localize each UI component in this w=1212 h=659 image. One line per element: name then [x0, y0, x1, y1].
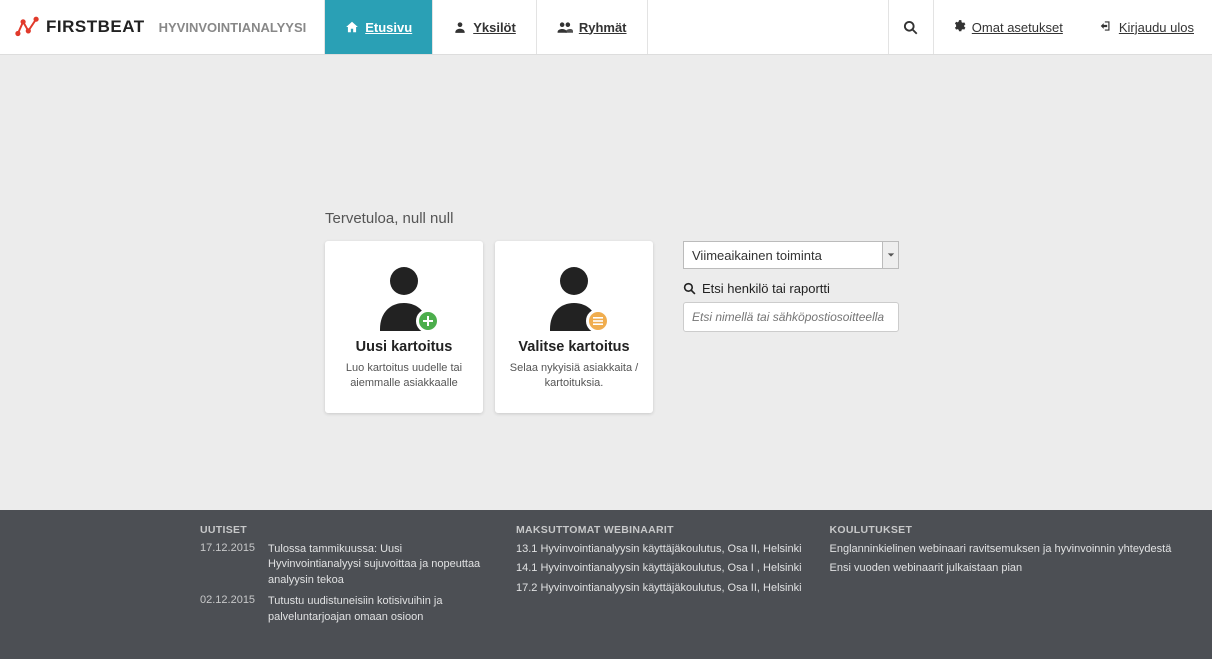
news-item: 02.12.2015 Tutustu uudistuneisiin kotisi… [200, 594, 488, 625]
recent-activity-select[interactable]: Viimeaikainen toiminta [683, 241, 899, 269]
footer-trainings: KOULUTUKSET Englanninkielinen webinaari … [830, 524, 1172, 631]
nav-logout-label[interactable]: Kirjaudu ulos [1119, 20, 1194, 35]
nav-home-label[interactable]: Etusivu [365, 20, 412, 35]
footer-trainings-heading: KOULUTUKSET [830, 524, 1172, 536]
welcome-text: Tervetuloa, null null [325, 210, 1212, 227]
footer-webinars-heading: MAKSUTTOMAT WEBINAARIT [516, 524, 802, 536]
person-list-icon [544, 261, 604, 331]
nav-home[interactable]: Etusivu [325, 0, 433, 54]
webinar-link[interactable]: 17.2 Hyvinvointianalyysin käyttäjäkoulut… [516, 582, 802, 594]
main-content: Tervetuloa, null null Uusi kartoitus Luo… [0, 55, 1212, 413]
top-navbar: FIRSTBEAT HYVINVOINTIANALYYSI Etusivu Yk… [0, 0, 1212, 55]
search-icon [903, 20, 918, 35]
nav-search-button[interactable] [888, 0, 934, 54]
news-item: 17.12.2015 Tulossa tammikuussa: Uusi Hyv… [200, 542, 488, 588]
card-new-subtitle: Luo kartoitus uudelle tai aiemmalle asia… [337, 361, 471, 392]
firstbeat-logo-icon [14, 14, 40, 40]
news-date: 17.12.2015 [200, 542, 268, 588]
footer-news: UUTISET 17.12.2015 Tulossa tammikuussa: … [200, 524, 488, 631]
webinar-link[interactable]: 13.1 Hyvinvointianalyysin käyttäjäkoulut… [516, 543, 802, 555]
person-add-icon [374, 261, 434, 331]
nav-groups[interactable]: Ryhmät [537, 0, 648, 54]
training-link[interactable]: Ensi vuoden webinaarit julkaistaan pian [830, 562, 1023, 574]
nav-individuals-label[interactable]: Yksilöt [473, 20, 516, 35]
user-icon [453, 20, 467, 34]
logout-icon [1099, 19, 1113, 36]
search-icon [683, 282, 696, 295]
card-new-title: Uusi kartoitus [356, 339, 453, 355]
chevron-down-icon [882, 242, 898, 268]
list-badge-icon [586, 309, 610, 333]
nav-individuals[interactable]: Yksilöt [433, 0, 537, 54]
search-label: Etsi henkilö tai raportti [683, 281, 899, 296]
recent-activity-value: Viimeaikainen toiminta [692, 248, 822, 263]
news-date: 02.12.2015 [200, 594, 268, 625]
search-input[interactable] [683, 302, 899, 332]
users-icon [557, 20, 573, 34]
card-select-title: Valitse kartoitus [518, 339, 629, 355]
gear-icon [952, 19, 966, 36]
nav-logout[interactable]: Kirjaudu ulos [1081, 0, 1212, 54]
brand-logo: FIRSTBEAT [0, 0, 159, 54]
news-link[interactable]: Tulossa tammikuussa: Uusi Hyvinvointiana… [268, 542, 488, 588]
training-link[interactable]: Englanninkielinen webinaari ravitsemukse… [830, 543, 1172, 555]
nav-groups-label[interactable]: Ryhmät [579, 20, 627, 35]
news-link[interactable]: Tutustu uudistuneisiin kotisivuihin ja p… [268, 594, 488, 625]
brand-subtitle: HYVINVOINTIANALYYSI [159, 0, 326, 54]
nav-settings-label[interactable]: Omat asetukset [972, 20, 1063, 35]
brand-name: FIRSTBEAT [46, 17, 145, 37]
nav-settings[interactable]: Omat asetukset [934, 0, 1081, 54]
side-panel: Viimeaikainen toiminta Etsi henkilö tai … [683, 241, 899, 332]
footer-webinars: MAKSUTTOMAT WEBINAARIT 13.1 Hyvinvointia… [516, 524, 802, 631]
plus-badge-icon [416, 309, 440, 333]
home-icon [345, 20, 359, 34]
card-new-assessment[interactable]: Uusi kartoitus Luo kartoitus uudelle tai… [325, 241, 483, 413]
footer: UUTISET 17.12.2015 Tulossa tammikuussa: … [0, 510, 1212, 659]
webinar-link[interactable]: 14.1 Hyvinvointianalyysin käyttäjäkoulut… [516, 562, 802, 574]
card-select-assessment[interactable]: Valitse kartoitus Selaa nykyisiä asiakka… [495, 241, 653, 413]
card-select-subtitle: Selaa nykyisiä asiakkaita / kartoituksia… [507, 361, 641, 392]
footer-news-heading: UUTISET [200, 524, 488, 536]
